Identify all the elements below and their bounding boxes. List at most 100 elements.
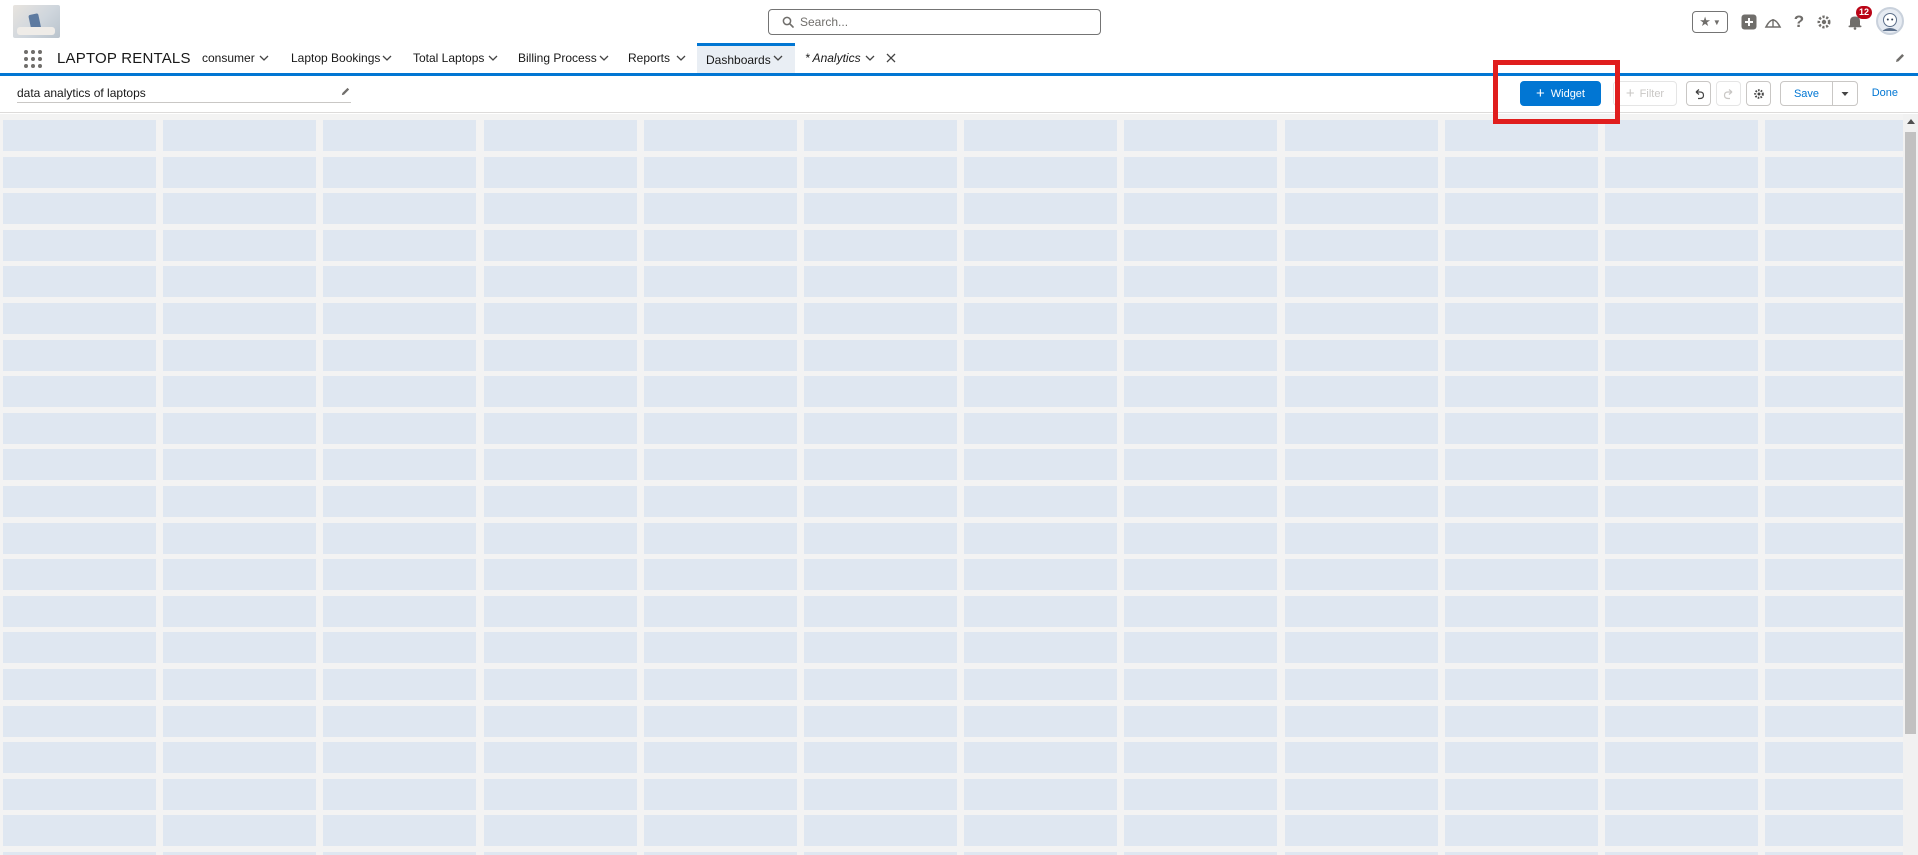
add-filter-button[interactable]: + Filter <box>1613 81 1677 106</box>
grid-cell <box>483 742 637 774</box>
grid-cell <box>964 449 1118 481</box>
grid-cell <box>323 412 477 444</box>
chevron-down-icon[interactable] <box>675 52 687 64</box>
filter-label: Filter <box>1639 87 1665 100</box>
grid-cell <box>1124 156 1278 188</box>
add-widget-button[interactable]: + Widget <box>1520 81 1601 106</box>
grid-cell <box>1444 669 1598 700</box>
app-launcher-icon[interactable] <box>24 50 42 68</box>
grid-cell <box>3 559 156 591</box>
grid-cell <box>1605 449 1758 481</box>
undo-icon <box>1695 88 1704 99</box>
org-logo[interactable] <box>13 5 60 38</box>
tab-billing-process[interactable]: Billing Process <box>518 43 610 73</box>
pencil-icon[interactable] <box>340 86 351 97</box>
chevron-down-icon[interactable] <box>487 52 499 64</box>
tab-total-laptops[interactable]: Total Laptops <box>413 43 503 73</box>
grid-cell <box>1124 303 1278 334</box>
grid-cell <box>964 742 1118 774</box>
plus-icon: + <box>1625 85 1635 102</box>
tab-consumer[interactable]: consumer <box>202 43 274 73</box>
grid-cell <box>804 486 957 517</box>
trailhead-button[interactable] <box>1764 11 1782 33</box>
grid-cell <box>804 156 957 188</box>
grid-cell <box>964 266 1118 298</box>
grid-cell <box>643 669 797 700</box>
grid-cell <box>1605 595 1758 627</box>
global-actions-button[interactable] <box>1740 11 1758 33</box>
grid-cell <box>964 522 1118 554</box>
favorites-button[interactable]: ★ ▼ <box>1692 11 1728 33</box>
grid-cell <box>163 669 317 700</box>
grid-cell <box>643 412 797 444</box>
grid-cell <box>964 669 1118 700</box>
save-menu-button[interactable] <box>1832 81 1858 106</box>
grid-cell <box>1605 705 1758 737</box>
grid-cell <box>1765 522 1903 554</box>
chevron-down-icon[interactable] <box>598 52 610 64</box>
grid-cell <box>964 559 1118 591</box>
grid-cell <box>323 376 477 408</box>
grid-cell <box>1284 303 1438 334</box>
redo-button[interactable] <box>1716 81 1741 106</box>
grid-cell <box>1124 778 1278 810</box>
chevron-down-icon[interactable] <box>381 52 393 64</box>
grid-cell <box>1444 742 1598 774</box>
setup-button[interactable] <box>1815 11 1833 33</box>
grid-cell <box>3 778 156 810</box>
tab-reports[interactable]: Reports <box>628 43 688 73</box>
grid-cell <box>1124 449 1278 481</box>
chevron-down-icon[interactable] <box>772 52 784 64</box>
grid-cell <box>1444 193 1598 225</box>
grid-cell <box>1444 376 1598 408</box>
grid-cell <box>1444 339 1598 371</box>
grid-cell <box>1124 193 1278 225</box>
grid-cell <box>1605 486 1758 517</box>
scroll-thumb[interactable] <box>1905 132 1916 734</box>
grid-cell <box>323 193 477 225</box>
chevron-down-icon[interactable] <box>258 52 270 64</box>
grid-cell <box>1765 815 1903 847</box>
tab-laptop-bookings[interactable]: Laptop Bookings <box>291 43 395 73</box>
help-button[interactable]: ? <box>1790 11 1808 33</box>
grid-cell <box>483 449 637 481</box>
dashboard-toolbar: data analytics of laptops + Widget + Fil… <box>0 76 1918 113</box>
global-search[interactable]: Search... <box>768 9 1101 35</box>
vertical-scrollbar[interactable] <box>1903 114 1918 855</box>
grid-cell <box>643 376 797 408</box>
grid-cell <box>1284 559 1438 591</box>
grid-cell <box>1444 303 1598 334</box>
grid-cell <box>1284 815 1438 847</box>
grid-cell <box>1284 595 1438 627</box>
properties-button[interactable] <box>1746 81 1771 106</box>
grid-cell <box>1284 705 1438 737</box>
grid-cell <box>1765 449 1903 481</box>
undo-button[interactable] <box>1686 81 1711 106</box>
help-icon: ? <box>1793 12 1805 31</box>
dashboard-grid-canvas[interactable] <box>0 114 1903 855</box>
grid-cell <box>1765 339 1903 371</box>
chevron-down-icon[interactable] <box>864 52 876 64</box>
save-button[interactable]: Save <box>1780 81 1833 106</box>
grid-cell <box>1124 376 1278 408</box>
grid-cell <box>964 156 1118 188</box>
scroll-up-arrow-icon[interactable] <box>1907 119 1915 124</box>
app-nav-bar: LAPTOP RENTALS consumer Laptop Bookings … <box>0 43 1918 76</box>
grid-cell <box>964 486 1118 517</box>
user-avatar[interactable] <box>1876 7 1904 35</box>
grid-cell <box>163 156 317 188</box>
grid-cell <box>804 120 957 151</box>
done-button[interactable]: Done <box>1872 87 1898 99</box>
grid-cell <box>643 339 797 371</box>
tab-dashboards[interactable]: Dashboards <box>697 43 795 73</box>
notifications-button[interactable]: 12 <box>1846 6 1873 33</box>
edit-nav-pencil-icon[interactable] <box>1894 52 1906 64</box>
dashboard-title-field[interactable]: data analytics of laptops <box>17 84 351 103</box>
grid-cell <box>3 669 156 700</box>
gear-icon <box>1753 88 1764 99</box>
grid-cell <box>483 266 637 298</box>
tab-analytics[interactable]: * Analytics <box>805 43 885 73</box>
grid-cell <box>1444 229 1598 261</box>
chevron-down-icon: ▼ <box>1712 17 1721 27</box>
close-icon[interactable] <box>885 52 897 64</box>
